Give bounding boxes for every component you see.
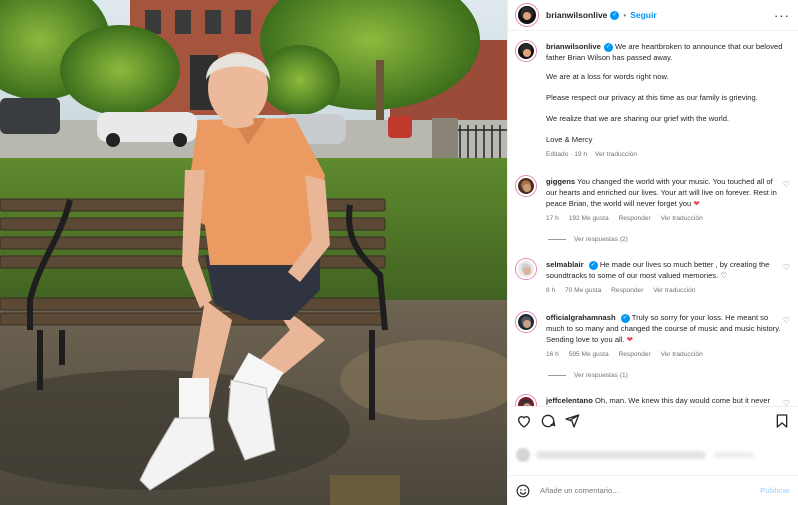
comment-body: jeffcelentano Oh, man. We knew this day … xyxy=(546,395,781,406)
comment-reply-button[interactable]: Responder xyxy=(619,215,651,222)
caption-edited-time: Editado · 19 h xyxy=(546,151,588,158)
comment-avatar[interactable] xyxy=(516,259,536,279)
post-caption: brianwilsonlive ✓ We are heartbroken to a… xyxy=(516,41,790,160)
caption-line-2: We are at a loss for words right now. xyxy=(546,72,669,81)
likes-text-blurred xyxy=(536,451,706,459)
post-header: brianwilsonlive ✓ • Seguir ··· xyxy=(508,0,798,31)
comment-like-heart-icon[interactable]: ♡ xyxy=(783,263,790,272)
comment-meta: 16 h 595 Me gusta Responder Ver traducci… xyxy=(546,349,781,360)
red-heart-emoji: ❤ xyxy=(693,199,700,208)
comment-like-heart-icon[interactable]: ♡ xyxy=(783,399,790,406)
post-photo[interactable] xyxy=(0,0,507,505)
comment-translate-link[interactable]: Ver traducción xyxy=(653,287,695,294)
comment-input[interactable] xyxy=(540,486,740,495)
caption-paragraph: brianwilsonlive ✓ We are heartbroken to a… xyxy=(546,41,786,63)
comment-meta: 17 h 192 Me gusta Responder Ver traducci… xyxy=(546,213,781,224)
more-options-icon[interactable]: ··· xyxy=(774,8,790,23)
post-image xyxy=(0,0,507,505)
comment-body: selmablair ✓ He made our lives so much b… xyxy=(546,259,781,296)
caption-meta: Editado · 19 h Ver traducción xyxy=(546,149,786,160)
comment-username[interactable]: giggens xyxy=(546,177,575,186)
share-icon[interactable] xyxy=(564,413,580,429)
caption-line-3: Please respect our privacy at this time … xyxy=(546,93,758,102)
comment-translate-link[interactable]: Ver traducción xyxy=(661,215,703,222)
comment-icon[interactable] xyxy=(540,413,556,429)
likes-summary[interactable] xyxy=(508,435,798,475)
follow-button[interactable]: Seguir xyxy=(630,10,656,20)
red-heart-emoji: ❤ xyxy=(626,335,634,344)
caption-username[interactable]: brianwilsonlive xyxy=(546,42,601,51)
view-replies-label[interactable]: Ver respuestas (2) xyxy=(574,236,628,243)
likes-count-blurred xyxy=(714,452,754,458)
caption-line-4: We realize that we are sharing our grief… xyxy=(546,114,730,123)
comment-likes[interactable]: 595 Me gusta xyxy=(569,351,609,358)
post-action-bar xyxy=(508,406,798,435)
comments-scroll-area[interactable]: brianwilsonlive ✓ We are heartbroken to a… xyxy=(508,31,798,406)
view-replies-link[interactable]: Ver respuestas (2) xyxy=(548,236,790,243)
author-avatar[interactable] xyxy=(516,4,538,26)
comment-item: selmablair ✓ He made our lives so much b… xyxy=(516,259,790,296)
view-replies-label[interactable]: Ver respuestas (1) xyxy=(574,372,628,379)
comment-avatar[interactable] xyxy=(516,176,536,196)
comment-meta: 8 h 70 Me gusta Responder Ver traducción xyxy=(546,285,781,296)
white-heart-emoji: ♡ xyxy=(720,271,728,280)
comment-text: You changed the world with your music. Y… xyxy=(546,177,777,208)
verified-badge-icon: ✓ xyxy=(610,10,620,20)
comment-time: 16 h xyxy=(546,351,559,358)
post-comment-button[interactable]: Publicar xyxy=(760,486,790,495)
comment-time: 8 h xyxy=(546,287,556,294)
comment-like-heart-icon[interactable]: ♡ xyxy=(783,316,790,325)
verified-badge-icon: ✓ xyxy=(588,260,598,270)
comment-item: officialgrahamnash ✓ Truly so sorry for … xyxy=(516,312,790,360)
comment-body: officialgrahamnash ✓ Truly so sorry for … xyxy=(546,312,781,360)
caption-text-block: brianwilsonlive ✓ We are heartbroken to a… xyxy=(546,41,786,160)
emoji-icon[interactable] xyxy=(516,484,530,498)
comment-body: giggens You changed the world with your … xyxy=(546,176,781,224)
instagram-post-view: brianwilsonlive ✓ • Seguir ··· brianwils… xyxy=(0,0,798,505)
author-username[interactable]: brianwilsonlive xyxy=(546,10,607,20)
comment-item: jeffcelentano Oh, man. We knew this day … xyxy=(516,395,790,406)
bookmark-icon[interactable] xyxy=(774,413,790,429)
comment-username[interactable]: selmablair xyxy=(546,260,584,269)
comment-translate-link[interactable]: Ver traducción xyxy=(661,351,703,358)
verified-badge-icon: ✓ xyxy=(620,313,630,323)
replies-divider xyxy=(548,375,566,376)
comment-likes[interactable]: 70 Me gusta xyxy=(565,287,601,294)
comment-avatar[interactable] xyxy=(516,395,536,406)
comment-reply-button[interactable]: Responder xyxy=(619,351,651,358)
comment-username[interactable]: jeffcelentano xyxy=(546,396,593,405)
comment-avatar[interactable] xyxy=(516,312,536,332)
caption-line-5: Love & Mercy xyxy=(546,135,593,144)
comment-likes[interactable]: 192 Me gusta xyxy=(569,215,609,222)
verified-badge-icon: ✓ xyxy=(603,42,613,52)
comment-time: 17 h xyxy=(546,215,559,222)
comment-item: giggens You changed the world with your … xyxy=(516,176,790,224)
comment-reply-button[interactable]: Responder xyxy=(611,287,643,294)
view-replies-link[interactable]: Ver respuestas (1) xyxy=(548,372,790,379)
separator-dot: • xyxy=(623,10,627,20)
comment-username[interactable]: officialgrahamnash xyxy=(546,313,616,322)
liker-avatar-blurred xyxy=(516,448,530,462)
post-side-panel: brianwilsonlive ✓ • Seguir ··· brianwils… xyxy=(507,0,798,505)
replies-divider xyxy=(548,239,566,240)
caption-avatar[interactable] xyxy=(516,41,536,61)
comment-like-heart-icon[interactable]: ♡ xyxy=(783,180,790,189)
heart-icon[interactable] xyxy=(516,413,532,429)
caption-translate-link[interactable]: Ver traducción xyxy=(595,151,637,158)
comment-composer: Publicar xyxy=(508,475,798,505)
